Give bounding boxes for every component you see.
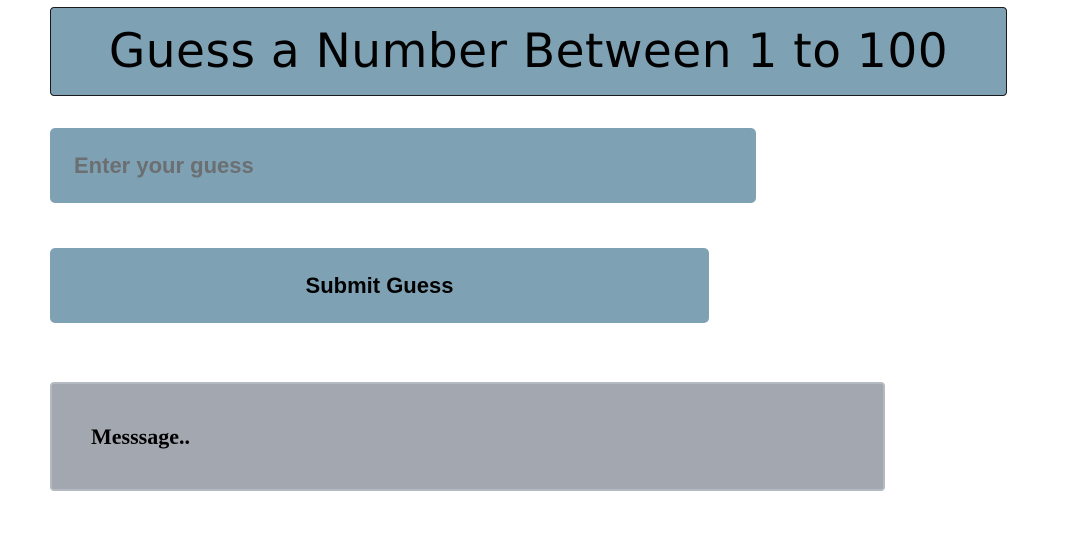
- submit-guess-button[interactable]: Submit Guess: [50, 248, 709, 323]
- guess-input[interactable]: [50, 128, 756, 203]
- message-box: Messsage..: [50, 382, 885, 491]
- page-title: Guess a Number Between 1 to 100: [108, 24, 949, 79]
- title-banner: Guess a Number Between 1 to 100: [50, 7, 1007, 96]
- message-text: Messsage..: [91, 423, 190, 449]
